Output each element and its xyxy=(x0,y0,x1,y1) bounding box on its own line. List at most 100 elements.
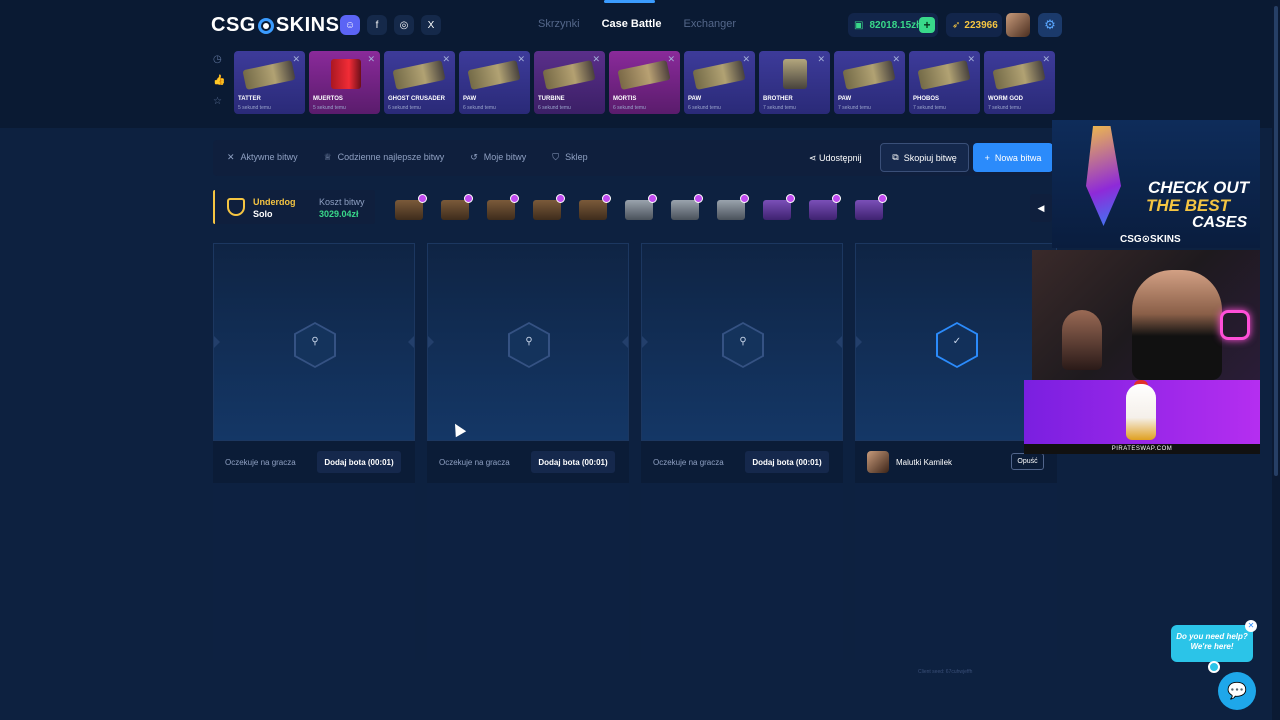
battle-cases xyxy=(393,194,887,222)
discord-icon[interactable]: ☺ xyxy=(340,15,360,35)
battle-toolbar: ✕ Aktywne bitwy ♕ Codzienne najlepsze bitw… xyxy=(213,140,1057,176)
slot-items xyxy=(427,483,629,660)
promo-banner: CHECK OUT THE BEST CASES CSG⊙SKINS xyxy=(1052,120,1260,248)
weapon-image xyxy=(842,60,896,90)
share-button[interactable]: ⋖ Udostępnij xyxy=(809,153,862,164)
drop-badge-icon: ✕ xyxy=(967,54,975,64)
case-item[interactable] xyxy=(715,194,749,222)
case-image xyxy=(625,200,653,220)
site-logo[interactable]: CSG SKINS xyxy=(211,14,339,37)
weapon-image xyxy=(331,59,361,89)
leave-button[interactable]: Opuść xyxy=(1011,453,1044,470)
drop-card[interactable]: ✕ PAW 6 sekund temu xyxy=(684,51,755,114)
case-item[interactable] xyxy=(853,194,887,222)
tab-daily-best[interactable]: ♕ Codzienne najlepsze bitwy xyxy=(324,152,445,163)
coins-value: 223966 xyxy=(964,19,998,31)
drop-card[interactable]: ✕ GHOST CRUSADER 6 sekund temu xyxy=(384,51,455,114)
drop-card[interactable]: ✕ TURBINE 6 sekund temu xyxy=(534,51,605,114)
sponsor-site: PIRATESWAP.COM xyxy=(1024,444,1260,454)
arrow-left-icon xyxy=(642,336,648,348)
knife-image xyxy=(1086,126,1121,226)
drop-card[interactable]: ✕ TATTER 5 sekund temu xyxy=(234,51,305,114)
slot-bar: Oczekuje na gracza Dodaj bota (00:01) xyxy=(641,441,843,483)
case-item[interactable] xyxy=(623,194,657,222)
promo-line-2: THE BEST xyxy=(1146,196,1231,215)
drop-name: MUERTOS xyxy=(313,96,343,102)
case-image xyxy=(395,200,423,220)
close-icon[interactable]: ✕ xyxy=(1245,620,1257,632)
tab-active-battles[interactable]: ✕ Aktywne bitwy xyxy=(227,152,298,163)
drop-card[interactable]: ✕ MORTIS 6 sekund temu xyxy=(609,51,680,114)
basket-icon: ⛉ xyxy=(552,152,560,162)
player-avatar xyxy=(867,451,889,473)
slot-area: ⚲ xyxy=(213,243,415,441)
case-item[interactable] xyxy=(577,194,611,222)
case-badge-icon xyxy=(648,194,657,203)
drop-badge-icon: ✕ xyxy=(517,54,525,64)
collapse-left-icon[interactable]: ◀ xyxy=(1030,194,1052,222)
swords-icon: ✕ xyxy=(227,152,235,162)
drop-card[interactable]: ✕ BROTHER 7 sekund temu xyxy=(759,51,830,114)
drop-name: WORM GOD xyxy=(988,96,1023,102)
case-item[interactable] xyxy=(531,194,565,222)
case-item[interactable] xyxy=(761,194,795,222)
weapon-image xyxy=(542,60,596,90)
case-badge-icon xyxy=(510,194,519,203)
weapon-image xyxy=(617,60,671,90)
background-person xyxy=(1062,310,1102,370)
chat-icon[interactable]: 💬 xyxy=(1218,672,1256,710)
coins-balance[interactable]: ➶ 223966 xyxy=(946,13,1002,37)
streamer xyxy=(1132,270,1222,380)
help-bubble[interactable]: Do you need help? We're here! xyxy=(1171,625,1253,662)
thumbs-up-icon[interactable]: 👍 xyxy=(213,75,225,86)
drop-badge-icon: ✕ xyxy=(817,54,825,64)
case-item[interactable] xyxy=(669,194,703,222)
drop-badge-icon: ✕ xyxy=(1042,54,1050,64)
drop-card[interactable]: ✕ PAW 7 sekund temu xyxy=(834,51,905,114)
gear-icon[interactable]: ⚙ xyxy=(1038,13,1062,37)
add-bot-button[interactable]: Dodaj bota (00:01) xyxy=(531,451,615,473)
drops-filter: ◷ 👍 ☆ xyxy=(213,54,225,107)
drop-badge-icon: ✕ xyxy=(667,54,675,64)
drop-card[interactable]: ✕ PAW 6 sekund temu xyxy=(459,51,530,114)
drop-card[interactable]: ✕ PHOBOS 7 sekund temu xyxy=(909,51,980,114)
drop-badge-icon: ✕ xyxy=(592,54,600,64)
x-icon[interactable]: X xyxy=(421,15,441,35)
drop-card[interactable]: ✕ WORM GOD 7 sekund temu xyxy=(984,51,1055,114)
star-icon[interactable]: ☆ xyxy=(213,96,225,107)
slot-area: ⚲ xyxy=(641,243,843,441)
social-links: ☺ f ◎ X xyxy=(340,15,441,35)
shield-icon xyxy=(227,198,245,216)
instagram-icon[interactable]: ◎ xyxy=(394,15,414,35)
new-battle-button[interactable]: + Nowa bitwa xyxy=(973,143,1053,172)
user-avatar[interactable] xyxy=(1006,13,1030,37)
drop-badge-icon: ✕ xyxy=(292,54,300,64)
case-item[interactable] xyxy=(485,194,519,222)
facebook-icon[interactable]: f xyxy=(367,15,387,35)
tab-my-battles[interactable]: ↺ Moje bitwy xyxy=(470,152,526,163)
drop-card[interactable]: ✕ MUERTOS 5 sekund temu xyxy=(309,51,380,114)
nav-exchanger[interactable]: Exchanger xyxy=(683,18,736,30)
nav-case-battle[interactable]: Case Battle xyxy=(602,18,662,30)
drop-name: PAW xyxy=(688,96,702,102)
case-image xyxy=(763,200,791,220)
nav-skrzynki[interactable]: Skrzynki xyxy=(538,18,580,30)
tab-shop[interactable]: ⛉ Sklep xyxy=(552,152,587,163)
case-item[interactable] xyxy=(807,194,841,222)
drop-time: 6 sekund temu xyxy=(688,105,721,111)
add-bot-button[interactable]: Dodaj bota (00:01) xyxy=(317,451,401,473)
trophy-icon: ♕ xyxy=(323,152,332,162)
clock-icon[interactable]: ◷ xyxy=(213,54,225,65)
case-badge-icon xyxy=(832,194,841,203)
case-item[interactable] xyxy=(393,194,427,222)
wallet-balance[interactable]: ▣ 82018.15zł + xyxy=(848,13,938,37)
case-item[interactable] xyxy=(439,194,473,222)
copy-battle-button[interactable]: ⧉ Skopiuj bitwę xyxy=(880,143,969,172)
sponsor-ad: PIRATESWAP.COM xyxy=(1024,380,1260,454)
weapon-image xyxy=(467,60,521,90)
case-image xyxy=(717,200,745,220)
page-scrollbar[interactable] xyxy=(1272,0,1280,720)
deposit-plus-icon[interactable]: + xyxy=(919,17,935,33)
slot-items xyxy=(213,483,415,660)
add-bot-button[interactable]: Dodaj bota (00:01) xyxy=(745,451,829,473)
